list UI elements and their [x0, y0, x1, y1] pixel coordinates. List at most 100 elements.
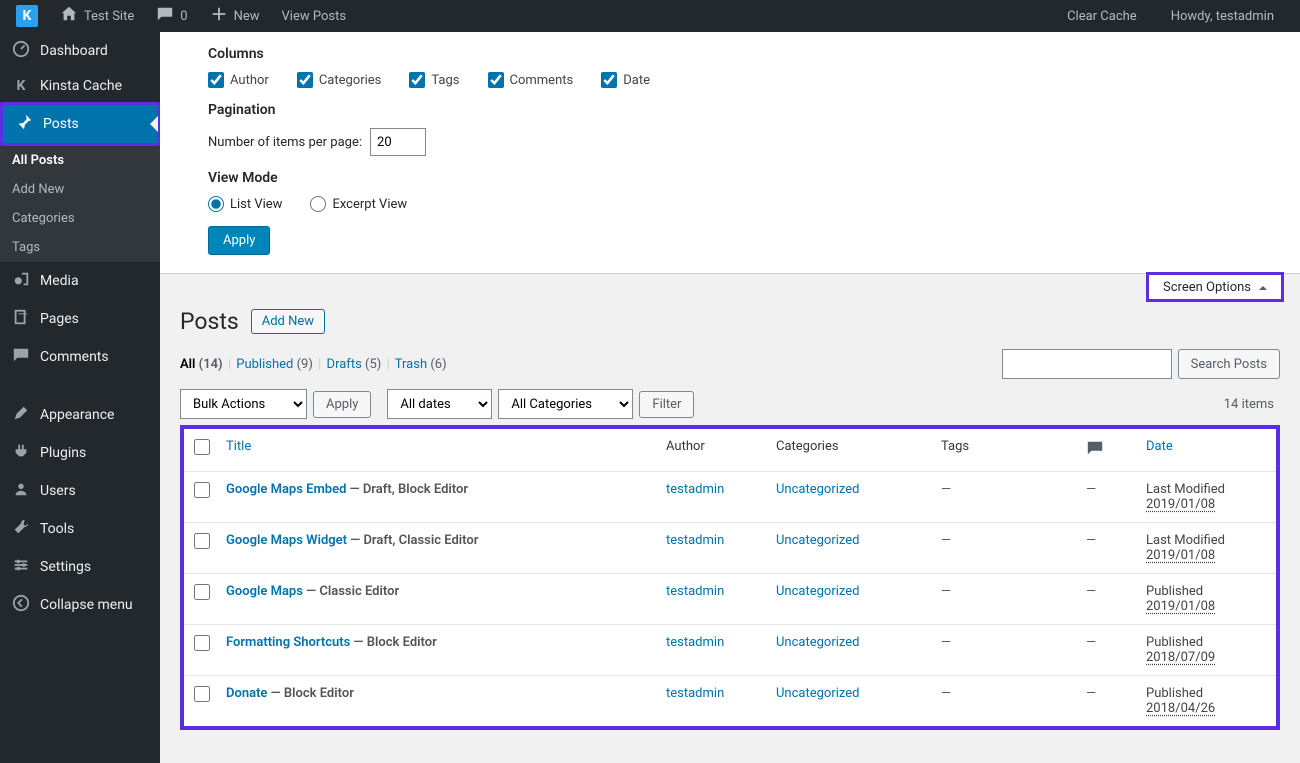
- th-date[interactable]: Date: [1146, 439, 1173, 454]
- site-link[interactable]: Test Site: [52, 5, 142, 27]
- tags-cell: —: [941, 584, 951, 599]
- author-link[interactable]: testadmin: [666, 686, 724, 701]
- columns-heading: Columns: [208, 46, 1280, 62]
- post-title-link[interactable]: Google Maps Embed: [226, 482, 346, 497]
- th-comments[interactable]: [1076, 429, 1136, 472]
- menu-appearance[interactable]: Appearance: [0, 396, 160, 434]
- kinsta-logo[interactable]: K: [8, 5, 46, 27]
- date-filter-select[interactable]: All dates: [387, 389, 492, 419]
- appearance-icon: [12, 404, 30, 426]
- category-link[interactable]: Uncategorized: [776, 482, 859, 497]
- tags-cell: —: [941, 533, 951, 548]
- category-link[interactable]: Uncategorized: [776, 533, 859, 548]
- th-title[interactable]: Title: [226, 439, 251, 454]
- excerpt-view-radio[interactable]: Excerpt View: [310, 196, 407, 212]
- category-filter-select[interactable]: All Categories: [498, 389, 633, 419]
- category-link[interactable]: Uncategorized: [776, 635, 859, 650]
- howdy-account[interactable]: Howdy, testadmin: [1163, 9, 1282, 24]
- menu-dashboard[interactable]: Dashboard: [0, 32, 160, 70]
- dashboard-icon: [12, 40, 30, 62]
- tags-cell: —: [941, 482, 951, 497]
- author-link[interactable]: testadmin: [666, 584, 724, 599]
- per-page-input[interactable]: [370, 128, 426, 156]
- category-link[interactable]: Uncategorized: [776, 686, 859, 701]
- post-title-link[interactable]: Google Maps Widget: [226, 533, 347, 548]
- comments-link[interactable]: 0: [148, 5, 195, 27]
- row-checkbox[interactable]: [194, 482, 210, 498]
- submenu-all-posts[interactable]: All Posts: [0, 146, 160, 175]
- author-link[interactable]: testadmin: [666, 635, 724, 650]
- item-count: 14 items: [1224, 397, 1280, 412]
- menu-collapse[interactable]: Collapse menu: [0, 586, 160, 624]
- post-state: — Block Editor: [267, 686, 353, 701]
- date-cell: Published2018/04/26: [1136, 676, 1276, 727]
- filter-all[interactable]: All (14): [180, 357, 223, 372]
- pagination-heading: Pagination: [208, 102, 1280, 118]
- settings-icon: [12, 556, 30, 578]
- view-posts-label: View Posts: [282, 9, 347, 24]
- col-tags-toggle[interactable]: Tags: [409, 72, 459, 88]
- users-icon: [12, 480, 30, 502]
- submenu-tags[interactable]: Tags: [0, 233, 160, 262]
- filter-drafts[interactable]: Drafts (5): [327, 357, 382, 372]
- bulk-actions-select[interactable]: Bulk Actions: [180, 389, 307, 419]
- category-link[interactable]: Uncategorized: [776, 584, 859, 599]
- per-page-label: Number of items per page:: [208, 135, 362, 150]
- admin-sidebar: Dashboard K Kinsta Cache Posts All Posts…: [0, 32, 160, 763]
- col-categories-toggle[interactable]: Categories: [297, 72, 382, 88]
- comments-cell: —: [1086, 482, 1096, 497]
- menu-media[interactable]: Media: [0, 262, 160, 300]
- col-comments-toggle[interactable]: Comments: [488, 72, 574, 88]
- row-checkbox[interactable]: [194, 584, 210, 600]
- menu-settings[interactable]: Settings: [0, 548, 160, 586]
- comments-cell: —: [1086, 584, 1096, 599]
- caret-up-icon: [1259, 282, 1267, 290]
- add-new-button[interactable]: Add New: [251, 309, 325, 334]
- bulk-apply-button[interactable]: Apply: [313, 391, 371, 418]
- screen-options-apply-button[interactable]: Apply: [208, 226, 270, 255]
- filter-button[interactable]: Filter: [639, 391, 694, 418]
- filter-trash[interactable]: Trash (6): [395, 357, 447, 372]
- new-link[interactable]: New: [202, 5, 268, 27]
- post-state: — Draft, Block Editor: [346, 482, 468, 497]
- table-row: Google Maps Embed — Draft, Block Editor t…: [184, 472, 1276, 523]
- submenu-categories[interactable]: Categories: [0, 204, 160, 233]
- menu-kinsta-cache[interactable]: K Kinsta Cache: [0, 70, 160, 102]
- menu-tools[interactable]: Tools: [0, 510, 160, 548]
- post-title-link[interactable]: Formatting Shortcuts: [226, 635, 350, 650]
- view-posts-link[interactable]: View Posts: [274, 9, 355, 24]
- admin-bar: K Test Site 0 New View Posts Clear Cache: [0, 0, 1300, 32]
- comments-cell: —: [1086, 635, 1096, 650]
- menu-pages[interactable]: Pages: [0, 300, 160, 338]
- post-title-link[interactable]: Donate: [226, 686, 267, 701]
- col-author-toggle[interactable]: Author: [208, 72, 269, 88]
- th-tags: Tags: [931, 429, 1076, 472]
- table-row: Google Maps Widget — Draft, Classic Edit…: [184, 523, 1276, 574]
- author-link[interactable]: testadmin: [666, 482, 724, 497]
- row-checkbox[interactable]: [194, 635, 210, 651]
- menu-comments[interactable]: Comments: [0, 338, 160, 376]
- search-button[interactable]: Search Posts: [1178, 349, 1280, 379]
- search-input[interactable]: [1002, 349, 1172, 379]
- col-date-toggle[interactable]: Date: [601, 72, 650, 88]
- status-filters: All (14) | Published (9) | Drafts (5) | …: [180, 357, 447, 372]
- menu-posts[interactable]: Posts: [3, 105, 157, 143]
- row-checkbox[interactable]: [194, 533, 210, 549]
- post-title-link[interactable]: Google Maps: [226, 584, 303, 599]
- row-checkbox[interactable]: [194, 686, 210, 702]
- menu-users[interactable]: Users: [0, 472, 160, 510]
- author-link[interactable]: testadmin: [666, 533, 724, 548]
- menu-plugins[interactable]: Plugins: [0, 434, 160, 472]
- date-cell: Published2019/01/08: [1136, 574, 1276, 625]
- clear-cache-link[interactable]: Clear Cache: [1059, 9, 1145, 24]
- list-view-radio[interactable]: List View: [208, 196, 282, 212]
- plugins-icon: [12, 442, 30, 464]
- comments-icon: [12, 346, 30, 368]
- submenu-add-new[interactable]: Add New: [0, 175, 160, 204]
- select-all-checkbox[interactable]: [194, 439, 210, 455]
- comments-cell: —: [1086, 686, 1096, 701]
- site-name: Test Site: [84, 9, 134, 24]
- filter-published[interactable]: Published (9): [236, 357, 313, 372]
- screen-options-tab[interactable]: Screen Options: [1148, 274, 1282, 300]
- home-icon: [60, 5, 78, 27]
